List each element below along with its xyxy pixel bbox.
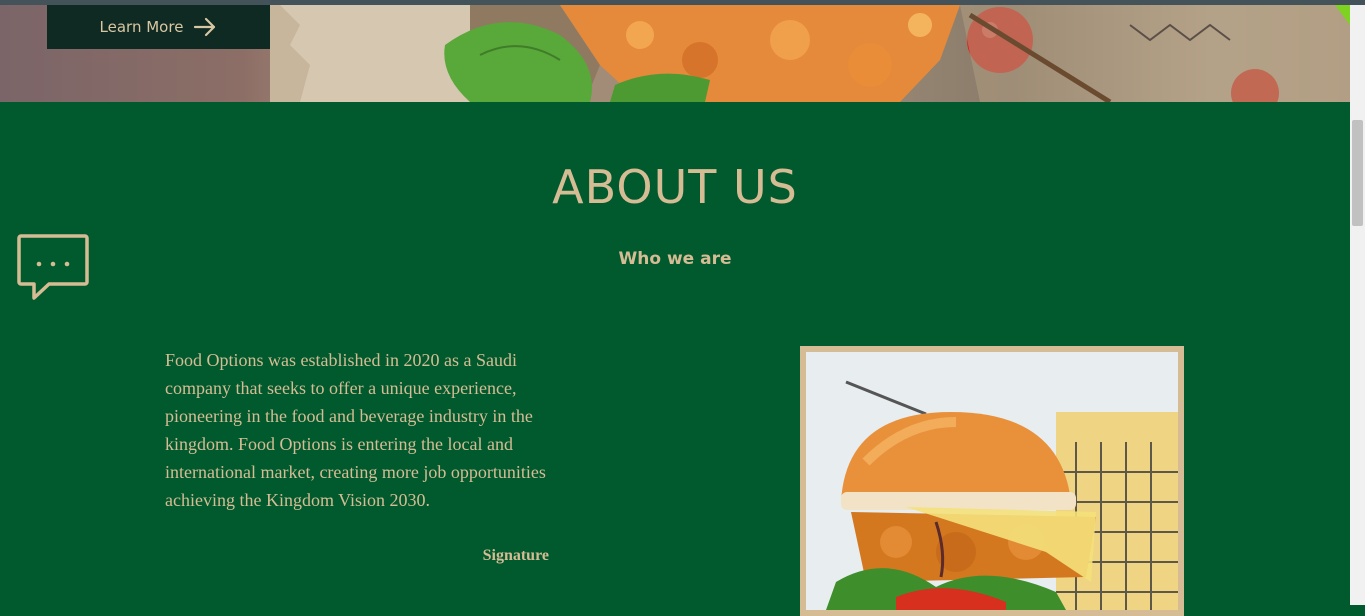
learn-more-label: Learn More [99,18,184,36]
page-scrollbar[interactable] [1350,5,1365,605]
burger-photo [806,352,1178,610]
about-image-frame [800,346,1184,616]
about-title: ABOUT US [552,160,798,214]
arrow-right-icon [194,17,216,37]
about-subtitle: Who we are [618,249,732,269]
about-paragraph: Food Options was established in 2020 as … [165,350,546,510]
hero-banner: Learn More [0,5,1350,102]
chat-bubble-icon [17,234,89,300]
learn-more-button[interactable]: Learn More [47,5,270,49]
signature-label: Signature [482,547,549,564]
scrollbar-thumb[interactable] [1352,120,1363,226]
